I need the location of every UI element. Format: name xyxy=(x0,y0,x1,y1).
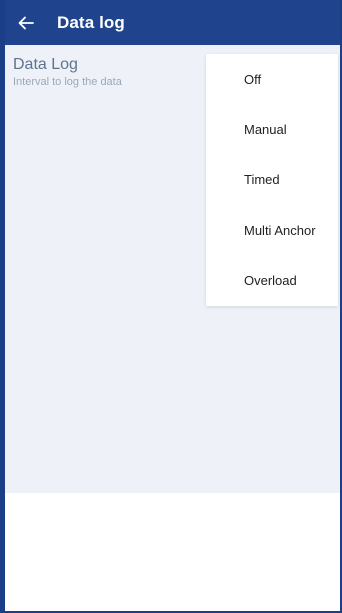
option-timed[interactable]: Timed xyxy=(206,155,338,205)
data-log-setting[interactable]: Data Log Interval to log the data xyxy=(13,56,122,89)
option-overload[interactable]: Overload xyxy=(206,256,338,306)
back-button[interactable] xyxy=(5,0,47,45)
empty-area xyxy=(5,493,340,611)
frame-border-left xyxy=(0,0,5,613)
option-manual[interactable]: Manual xyxy=(206,104,338,154)
option-off[interactable]: Off xyxy=(206,54,338,104)
setting-title: Data Log xyxy=(13,56,78,73)
page-title: Data log xyxy=(57,12,125,32)
data-log-dropdown-menu: Off Manual Timed Multi Anchor Overload xyxy=(206,54,338,306)
app-frame: Data log Data Log Interval to log the da… xyxy=(0,0,342,613)
app-bar: Data log xyxy=(5,0,340,45)
arrow-left-icon xyxy=(18,16,34,29)
setting-subtitle: Interval to log the data xyxy=(13,76,122,88)
option-multi-anchor[interactable]: Multi Anchor xyxy=(206,205,338,255)
